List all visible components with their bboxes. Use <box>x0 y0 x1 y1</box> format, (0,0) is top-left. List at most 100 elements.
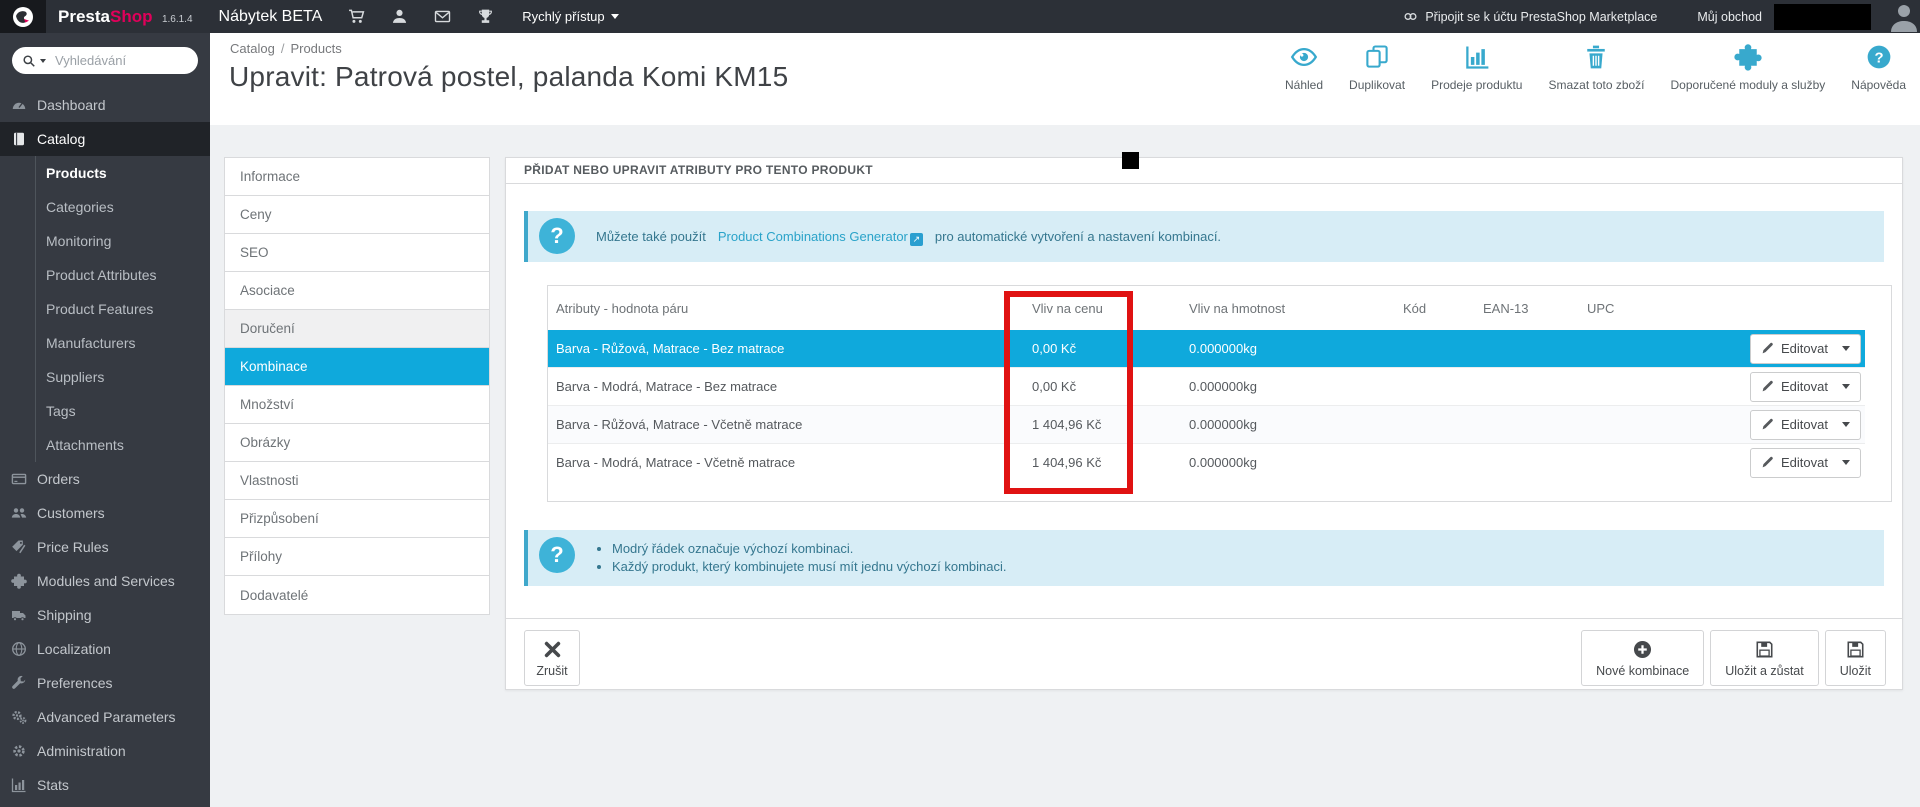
sidebar-item-customers[interactable]: Customers <box>0 496 210 530</box>
toolbar-duplikovat[interactable]: Duplikovat <box>1349 42 1405 92</box>
save-and-stay-button[interactable]: Uložit a zůstat <box>1710 630 1819 686</box>
breadcrumb: Catalog / Products <box>230 41 342 56</box>
tab-vlastnosti[interactable]: Vlastnosti <box>225 462 489 500</box>
pencil-icon <box>1761 342 1774 355</box>
edit-combination-button[interactable]: Editovat <box>1750 409 1861 440</box>
sidebar-item-price-rules[interactable]: Price Rules <box>0 530 210 564</box>
sidebar-item-modules-and-services[interactable]: Modules and Services <box>0 564 210 598</box>
shop-name-link[interactable]: Nábytek BETA <box>219 8 323 26</box>
edit-combination-button[interactable]: Editovat <box>1750 371 1861 402</box>
sidebar-item-stats[interactable]: Stats <box>0 768 210 802</box>
marketplace-label: Připojit se k účtu PrestaShop Marketplac… <box>1425 9 1658 24</box>
breadcrumb-products[interactable]: Products <box>290 41 341 56</box>
chevron-down-icon[interactable] <box>1842 460 1850 466</box>
sidebar-item-product-attributes[interactable]: Product Attributes <box>36 258 210 292</box>
sidebar-search-input[interactable]: Vyhledávání <box>12 47 198 74</box>
duplicate-icon <box>1360 42 1394 72</box>
sidebar-item-catalog[interactable]: Catalog <box>0 122 210 156</box>
product-sales-icon <box>1460 42 1494 72</box>
user-icon[interactable] <box>391 8 408 25</box>
chevron-down-icon[interactable] <box>1842 422 1850 427</box>
sidebar-item-attachments[interactable]: Attachments <box>36 428 210 462</box>
product-tabs: Informace Ceny SEO Asociace Doručení Kombinac… <box>224 157 490 615</box>
tab-dodavatel-[interactable]: Dodavatelé <box>225 576 489 614</box>
tab-doru-en-[interactable]: Doručení <box>225 310 489 348</box>
edit-combination-button[interactable]: Editovat <box>1750 333 1861 364</box>
cancel-button[interactable]: Zrušit <box>524 630 580 686</box>
prestashop-logo[interactable] <box>0 0 46 33</box>
sidebar-item-shipping[interactable]: Shipping <box>0 598 210 632</box>
tab-seo[interactable]: SEO <box>225 234 489 272</box>
dashboard-icon <box>11 97 27 113</box>
tab-kombinace[interactable]: Kombinace <box>225 348 489 386</box>
sidebar-item-categories[interactable]: Categories <box>36 190 210 224</box>
toolbar-prodeje-produktu[interactable]: Prodeje produktu <box>1431 42 1522 92</box>
tab-asociace[interactable]: Asociace <box>225 272 489 310</box>
puzzle-icon <box>11 573 27 589</box>
brand: PrestaShop 1.6.1.4 <box>58 7 193 27</box>
trophy-icon[interactable] <box>477 8 494 25</box>
eye-icon <box>1287 42 1321 72</box>
close-icon <box>542 639 563 660</box>
quick-access-dropdown[interactable]: Rychlý přístup <box>522 9 619 24</box>
combination-row-default: Barva - Růžová, Matrace - Bez matrace 0,0… <box>548 329 1865 368</box>
combinations-generator-link[interactable]: Product Combinations Generator <box>718 229 908 244</box>
sidebar-item-products[interactable]: Products <box>36 156 210 190</box>
marketplace-link[interactable]: Připojit se k účtu PrestaShop Marketplac… <box>1403 9 1657 24</box>
sidebar-item-manufacturers[interactable]: Manufacturers <box>36 326 210 360</box>
topbar: PrestaShop 1.6.1.4 Nábytek BETA Rychlý p… <box>0 0 1920 33</box>
tab-mno-stv-[interactable]: Množství <box>225 386 489 424</box>
toolbar-smazat-toto-zbo-[interactable]: Smazat toto zboží <box>1548 42 1645 92</box>
combination-row: Barva - Modrá, Matrace - Včetně matrace 1… <box>548 443 1865 482</box>
sidebar-item-suppliers[interactable]: Suppliers <box>36 360 210 394</box>
avatar[interactable] <box>1888 0 1920 33</box>
black-marker <box>1122 152 1139 169</box>
sidebar-item-product-features[interactable]: Product Features <box>36 292 210 326</box>
content-area: Catalog / Products Upravit: Patrová postel… <box>210 33 1920 807</box>
orders-icon <box>11 471 27 487</box>
column-header: Vliv na hmotnost <box>1189 301 1286 316</box>
sidebar-item-administration[interactable]: Administration <box>0 734 210 768</box>
sidebar-item-tags[interactable]: Tags <box>36 394 210 428</box>
tab-informace[interactable]: Informace <box>225 158 489 196</box>
brand-presta: Presta <box>58 6 110 26</box>
save-button[interactable]: Uložit <box>1824 630 1886 686</box>
breadcrumb-catalog[interactable]: Catalog <box>230 41 275 56</box>
plus-circle-icon <box>1632 639 1653 660</box>
brand-shop: Shop <box>109 6 153 26</box>
info-alert-bottom: ? Modrý řádek označuje výchozí kombinaci… <box>524 530 1884 586</box>
tab-p-izp-soben-[interactable]: Přizpůsobení <box>225 500 489 538</box>
search-placeholder: Vyhledávání <box>55 53 127 68</box>
chevron-down-icon[interactable] <box>1842 384 1850 389</box>
sidebar-item-orders[interactable]: Orders <box>0 462 210 496</box>
chevron-down-icon[interactable] <box>1842 346 1850 351</box>
toolbar-doporu-en-moduly-a-slu-by[interactable]: Doporučené moduly a služby <box>1671 42 1825 92</box>
external-link-icon: ↗ <box>909 233 923 246</box>
chevron-down-icon <box>610 14 619 19</box>
stats-icon <box>11 777 27 793</box>
sidebar-item-preferences[interactable]: Preferences <box>0 666 210 700</box>
cart-icon[interactable] <box>348 8 365 25</box>
tab-p-lohy[interactable]: Přílohy <box>225 538 489 576</box>
sidebar-item-localization[interactable]: Localization <box>0 632 210 666</box>
hint-item: Modrý řádek označuje výchozí kombinaci. <box>612 540 1884 558</box>
search-icon <box>22 54 36 68</box>
my-shop-link[interactable]: Můj obchod <box>1697 10 1762 24</box>
table-header-row: Atributy - hodnota páru Vliv na cenu Vliv … <box>548 286 1865 330</box>
new-combination-button[interactable]: Nové kombinace <box>1581 630 1705 686</box>
sidebar-item-monitoring[interactable]: Monitoring <box>36 224 210 258</box>
edit-combination-button[interactable]: Editovat <box>1750 447 1861 478</box>
sidebar-item-advanced-parameters[interactable]: Advanced Parameters <box>0 700 210 734</box>
mail-icon[interactable] <box>434 8 451 25</box>
pencil-icon <box>1761 418 1774 431</box>
catalog-icon <box>11 131 27 147</box>
search-scope-caret-icon[interactable] <box>40 58 46 63</box>
toolbar-n-hled[interactable]: Náhled <box>1285 42 1323 92</box>
info-alert-top-text: Můžete také použít Product Combinations G… <box>596 229 1222 246</box>
toolbar-n-pov-da[interactable]: ? Nápověda <box>1851 42 1906 92</box>
tab-obr-zky[interactable]: Obrázky <box>225 424 489 462</box>
sidebar-item-dashboard[interactable]: Dashboard <box>0 88 210 122</box>
shipping-icon <box>11 607 27 623</box>
help-circle-icon: ? <box>539 218 575 254</box>
tab-ceny[interactable]: Ceny <box>225 196 489 234</box>
